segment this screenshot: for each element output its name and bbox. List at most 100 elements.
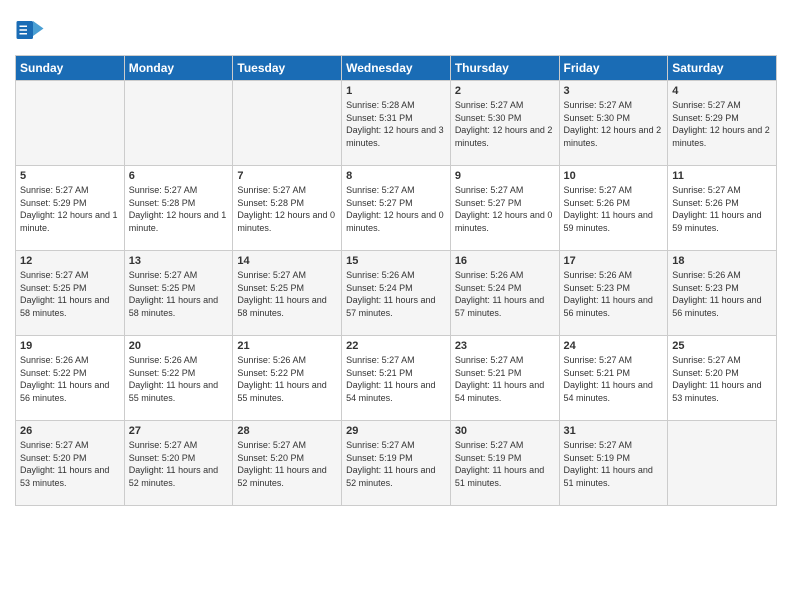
day-info: Sunrise: 5:26 AM Sunset: 5:22 PM Dayligh…: [20, 354, 120, 404]
calendar-cell: [233, 81, 342, 166]
day-number: 30: [455, 425, 555, 437]
day-number: 9: [455, 170, 555, 182]
calendar-cell: 29 Sunrise: 5:27 AM Sunset: 5:19 PM Dayli…: [342, 421, 451, 506]
week-row-1: 1Sunrise: 5:28 AM Sunset: 5:31 PM Daylig…: [16, 81, 777, 166]
day-number: 3: [564, 85, 664, 97]
week-row-2: 5Sunrise: 5:27 AM Sunset: 5:29 PM Daylig…: [16, 166, 777, 251]
calendar-cell: 23 Sunrise: 5:27 AM Sunset: 5:21 PM Dayli…: [450, 336, 559, 421]
calendar-cell: 24 Sunrise: 5:27 AM Sunset: 5:21 PM Dayli…: [559, 336, 668, 421]
day-info: Sunrise: 5:27 AM Sunset: 5:29 PM Dayligh…: [672, 99, 772, 149]
calendar-cell: 9 Sunrise: 5:27 AM Sunset: 5:27 PM Daylig…: [450, 166, 559, 251]
calendar-cell: 3 Sunrise: 5:27 AM Sunset: 5:30 PM Daylig…: [559, 81, 668, 166]
day-number: 31: [564, 425, 664, 437]
calendar-cell: 19 Sunrise: 5:26 AM Sunset: 5:22 PM Dayli…: [16, 336, 125, 421]
day-info: Sunrise: 5:26 AM Sunset: 5:24 PM Dayligh…: [455, 269, 555, 319]
day-info: Sunrise: 5:27 AM Sunset: 5:20 PM Dayligh…: [672, 354, 772, 404]
day-number: 21: [237, 340, 337, 352]
calendar-cell: 31Sunrise: 5:27 AM Sunset: 5:19 PM Dayli…: [559, 421, 668, 506]
day-number: 22: [346, 340, 446, 352]
day-info: Sunrise: 5:27 AM Sunset: 5:21 PM Dayligh…: [455, 354, 555, 404]
day-number: 13: [129, 255, 229, 267]
day-info: Sunrise: 5:28 AM Sunset: 5:31 PM Dayligh…: [346, 99, 446, 149]
calendar-cell: 4 Sunrise: 5:27 AM Sunset: 5:29 PM Daylig…: [668, 81, 777, 166]
col-header-friday: Friday: [559, 56, 668, 81]
calendar-cell: 1Sunrise: 5:28 AM Sunset: 5:31 PM Daylig…: [342, 81, 451, 166]
calendar-cell: 22 Sunrise: 5:27 AM Sunset: 5:21 PM Dayli…: [342, 336, 451, 421]
day-number: 20: [129, 340, 229, 352]
day-info: Sunrise: 5:27 AM Sunset: 5:28 PM Dayligh…: [237, 184, 337, 234]
calendar-cell: 11 Sunrise: 5:27 AM Sunset: 5:26 PM Dayli…: [668, 166, 777, 251]
day-number: 19: [20, 340, 120, 352]
day-number: 24: [564, 340, 664, 352]
calendar-cell: 25 Sunrise: 5:27 AM Sunset: 5:20 PM Dayli…: [668, 336, 777, 421]
day-number: 16: [455, 255, 555, 267]
day-info: Sunrise: 5:27 AM Sunset: 5:20 PM Dayligh…: [237, 439, 337, 489]
day-info: Sunrise: 5:27 AM Sunset: 5:25 PM Dayligh…: [237, 269, 337, 319]
day-info: Sunrise: 5:27 AM Sunset: 5:19 PM Dayligh…: [346, 439, 446, 489]
calendar-cell: 7 Sunrise: 5:27 AM Sunset: 5:28 PM Daylig…: [233, 166, 342, 251]
calendar-cell: [16, 81, 125, 166]
day-number: 29: [346, 425, 446, 437]
calendar-cell: 14 Sunrise: 5:27 AM Sunset: 5:25 PM Dayli…: [233, 251, 342, 336]
col-header-thursday: Thursday: [450, 56, 559, 81]
calendar-cell: 28Sunrise: 5:27 AM Sunset: 5:20 PM Dayli…: [233, 421, 342, 506]
calendar-cell: 10Sunrise: 5:27 AM Sunset: 5:26 PM Dayli…: [559, 166, 668, 251]
calendar-cell: 26 Sunrise: 5:27 AM Sunset: 5:20 PM Dayli…: [16, 421, 125, 506]
week-row-4: 19 Sunrise: 5:26 AM Sunset: 5:22 PM Dayli…: [16, 336, 777, 421]
logo-icon: [15, 15, 45, 45]
calendar-cell: 12 Sunrise: 5:27 AM Sunset: 5:25 PM Dayli…: [16, 251, 125, 336]
day-info: Sunrise: 5:27 AM Sunset: 5:25 PM Dayligh…: [20, 269, 120, 319]
logo: [15, 15, 49, 45]
calendar-cell: 21 Sunrise: 5:26 AM Sunset: 5:22 PM Dayli…: [233, 336, 342, 421]
day-number: 25: [672, 340, 772, 352]
calendar-cell: [124, 81, 233, 166]
calendar-cell: 5Sunrise: 5:27 AM Sunset: 5:29 PM Daylig…: [16, 166, 125, 251]
day-info: Sunrise: 5:27 AM Sunset: 5:20 PM Dayligh…: [129, 439, 229, 489]
calendar-cell: 8 Sunrise: 5:27 AM Sunset: 5:27 PM Daylig…: [342, 166, 451, 251]
col-header-monday: Monday: [124, 56, 233, 81]
col-header-saturday: Saturday: [668, 56, 777, 81]
calendar-cell: 18Sunrise: 5:26 AM Sunset: 5:23 PM Dayli…: [668, 251, 777, 336]
day-number: 4: [672, 85, 772, 97]
header-row: SundayMondayTuesdayWednesdayThursdayFrid…: [16, 56, 777, 81]
day-info: Sunrise: 5:26 AM Sunset: 5:23 PM Dayligh…: [672, 269, 772, 319]
calendar-cell: 2 Sunrise: 5:27 AM Sunset: 5:30 PM Daylig…: [450, 81, 559, 166]
day-info: Sunrise: 5:27 AM Sunset: 5:28 PM Dayligh…: [129, 184, 229, 234]
day-info: Sunrise: 5:27 AM Sunset: 5:30 PM Dayligh…: [455, 99, 555, 149]
day-number: 2: [455, 85, 555, 97]
calendar-cell: 15Sunrise: 5:26 AM Sunset: 5:24 PM Dayli…: [342, 251, 451, 336]
day-number: 6: [129, 170, 229, 182]
calendar-cell: [668, 421, 777, 506]
day-number: 17: [564, 255, 664, 267]
calendar-cell: 16 Sunrise: 5:26 AM Sunset: 5:24 PM Dayli…: [450, 251, 559, 336]
day-info: Sunrise: 5:27 AM Sunset: 5:21 PM Dayligh…: [564, 354, 664, 404]
calendar-cell: 13 Sunrise: 5:27 AM Sunset: 5:25 PM Dayli…: [124, 251, 233, 336]
day-info: Sunrise: 5:27 AM Sunset: 5:30 PM Dayligh…: [564, 99, 664, 149]
day-number: 23: [455, 340, 555, 352]
day-number: 15: [346, 255, 446, 267]
day-number: 7: [237, 170, 337, 182]
day-number: 8: [346, 170, 446, 182]
week-row-5: 26 Sunrise: 5:27 AM Sunset: 5:20 PM Dayli…: [16, 421, 777, 506]
calendar-cell: 27 Sunrise: 5:27 AM Sunset: 5:20 PM Dayli…: [124, 421, 233, 506]
day-number: 11: [672, 170, 772, 182]
day-info: Sunrise: 5:26 AM Sunset: 5:22 PM Dayligh…: [237, 354, 337, 404]
day-info: Sunrise: 5:27 AM Sunset: 5:27 PM Dayligh…: [455, 184, 555, 234]
day-info: Sunrise: 5:27 AM Sunset: 5:19 PM Dayligh…: [455, 439, 555, 489]
day-info: Sunrise: 5:26 AM Sunset: 5:23 PM Dayligh…: [564, 269, 664, 319]
day-info: Sunrise: 5:27 AM Sunset: 5:25 PM Dayligh…: [129, 269, 229, 319]
day-number: 12: [20, 255, 120, 267]
calendar-cell: 20Sunrise: 5:26 AM Sunset: 5:22 PM Dayli…: [124, 336, 233, 421]
day-number: 14: [237, 255, 337, 267]
page-container: SundayMondayTuesdayWednesdayThursdayFrid…: [0, 0, 792, 516]
day-number: 26: [20, 425, 120, 437]
day-number: 27: [129, 425, 229, 437]
col-header-wednesday: Wednesday: [342, 56, 451, 81]
calendar-table: SundayMondayTuesdayWednesdayThursdayFrid…: [15, 55, 777, 506]
calendar-cell: 6 Sunrise: 5:27 AM Sunset: 5:28 PM Daylig…: [124, 166, 233, 251]
day-info: Sunrise: 5:27 AM Sunset: 5:20 PM Dayligh…: [20, 439, 120, 489]
header: [15, 15, 777, 45]
day-info: Sunrise: 5:27 AM Sunset: 5:27 PM Dayligh…: [346, 184, 446, 234]
day-info: Sunrise: 5:27 AM Sunset: 5:21 PM Dayligh…: [346, 354, 446, 404]
day-info: Sunrise: 5:27 AM Sunset: 5:26 PM Dayligh…: [672, 184, 772, 234]
